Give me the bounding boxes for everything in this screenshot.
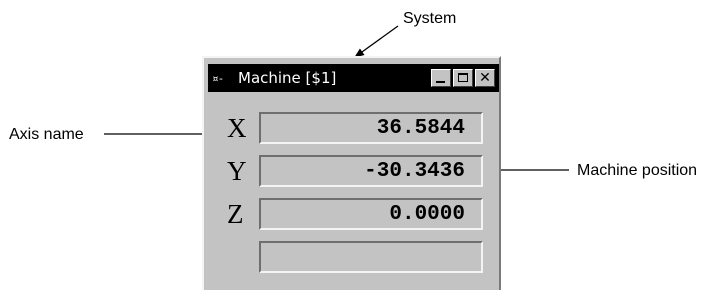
axis-row-x: X 36.5844 xyxy=(204,110,499,148)
machine-position-value: 36.5844 xyxy=(376,117,465,140)
axis-name-callout-label: Axis name xyxy=(9,126,84,143)
machine-position-value: -30.3436 xyxy=(364,160,465,183)
window-title: Machine [$1] xyxy=(238,68,337,87)
system-callout-arrow xyxy=(354,25,399,58)
axis-row-y: Y -30.3436 xyxy=(204,153,499,191)
machine-position-value: 0.0000 xyxy=(389,203,465,226)
machine-position-callout-label: Machine position xyxy=(577,162,698,179)
machine-position-field: 36.5844 xyxy=(259,112,483,144)
axis-name-label: Y xyxy=(227,156,247,186)
close-button[interactable]: ✕ xyxy=(475,69,495,87)
system-menu-icon[interactable]: ¤- xyxy=(212,73,234,84)
window-controls: ✕ xyxy=(431,69,495,87)
axis-name-label: Z xyxy=(227,199,244,229)
maximize-icon xyxy=(458,73,468,82)
close-icon: ✕ xyxy=(479,70,491,86)
machine-position-field: 0.0000 xyxy=(259,198,483,230)
machine-position-field xyxy=(259,241,483,273)
maximize-button[interactable] xyxy=(453,69,473,87)
system-callout-label: System xyxy=(403,10,457,27)
machine-position-window: ¤- Machine [$1] ✕ X 36.5844 Y -30.3436 Z… xyxy=(202,56,501,290)
axis-name-label: X xyxy=(227,113,247,143)
minimize-button[interactable] xyxy=(431,69,451,87)
minimize-icon xyxy=(436,81,445,83)
axis-row-z: Z 0.0000 xyxy=(204,196,499,234)
axis-row-empty xyxy=(204,239,499,277)
machine-position-field: -30.3436 xyxy=(259,155,483,187)
window-titlebar[interactable]: ¤- Machine [$1] ✕ xyxy=(208,64,499,92)
